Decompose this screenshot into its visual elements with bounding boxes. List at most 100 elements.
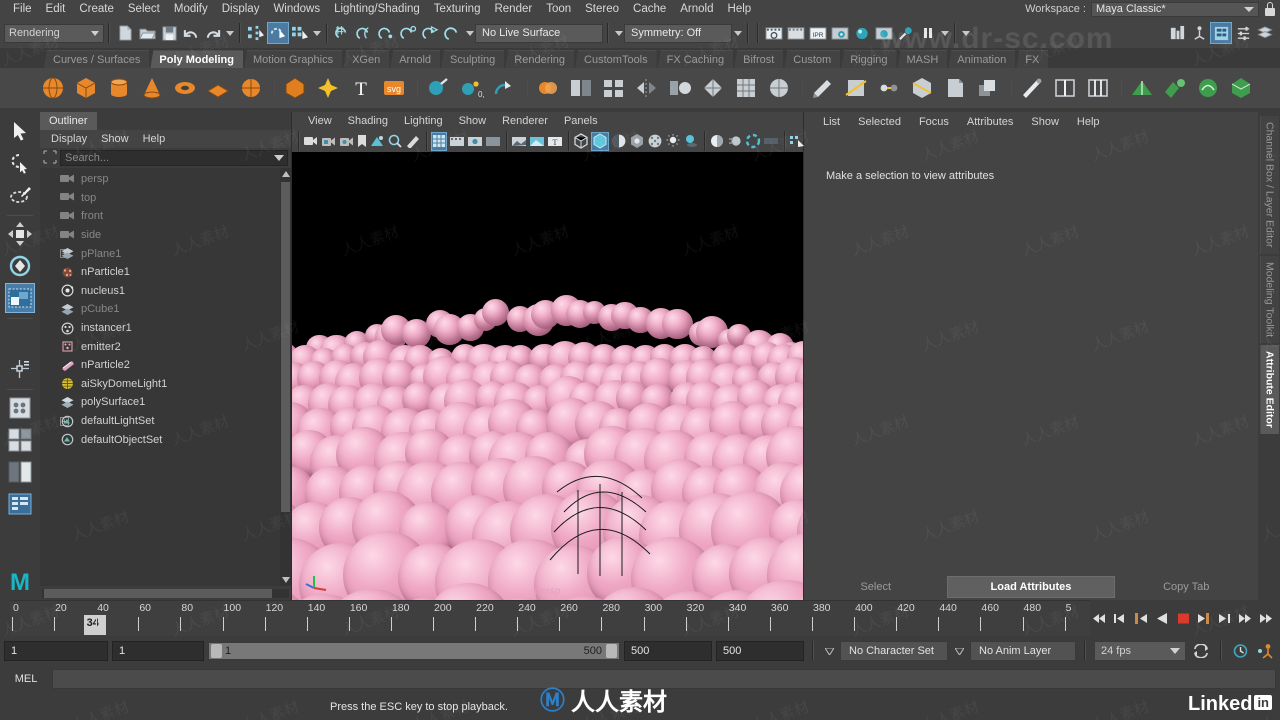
- poly-soft-modification-icon[interactable]: 0,0: [456, 73, 486, 103]
- screen-space-ao-icon[interactable]: [709, 132, 725, 151]
- grease-pencil-icon[interactable]: [405, 132, 421, 151]
- scale-tool-icon[interactable]: [5, 283, 35, 313]
- smooth-shade-all-icon[interactable]: [591, 131, 609, 151]
- modeling-toolkit-icon[interactable]: [1188, 22, 1210, 44]
- outliner-horizontal-scrollbar[interactable]: [40, 586, 291, 600]
- tab-attribute-editor[interactable]: Attribute Editor: [1259, 344, 1279, 434]
- smooth-icon[interactable]: [665, 73, 695, 103]
- connect-icon[interactable]: [907, 73, 937, 103]
- play-backwards-icon[interactable]: [1153, 608, 1172, 628]
- range-min-handle[interactable]: [211, 644, 222, 658]
- search-input[interactable]: Search...: [60, 150, 288, 166]
- booleans-icon[interactable]: [599, 73, 629, 103]
- ae-menu-attributes[interactable]: Attributes: [958, 116, 1022, 128]
- chevron-down-icon[interactable]: [274, 155, 284, 161]
- outliner-item-front[interactable]: front: [40, 207, 291, 226]
- poly-sculpt-icon[interactable]: [423, 73, 453, 103]
- step-back-keyframe-icon[interactable]: [1111, 608, 1130, 628]
- lock-camera-icon[interactable]: [321, 132, 337, 151]
- outliner-item-pplane1[interactable]: + pPlane1: [40, 244, 291, 263]
- playback-end-field[interactable]: 500: [716, 641, 804, 661]
- poly-disc-icon[interactable]: [236, 73, 266, 103]
- shelf-tab-motion-graphics[interactable]: Motion Graphics: [243, 50, 343, 68]
- insert-edge-loop-icon[interactable]: [1050, 73, 1080, 103]
- menu-cache[interactable]: Cache: [626, 0, 673, 18]
- ae-menu-show[interactable]: Show: [1022, 116, 1068, 128]
- outliner-item-polysurface1[interactable]: polySurface1: [40, 393, 291, 412]
- loop-playback-icon[interactable]: [1190, 641, 1212, 661]
- multi-cut-icon[interactable]: [841, 73, 871, 103]
- combine-icon[interactable]: [533, 73, 563, 103]
- lasso-select-tool-icon[interactable]: [5, 148, 35, 178]
- create-polygon-tool-icon[interactable]: [1017, 73, 1047, 103]
- poly-text-icon[interactable]: T: [346, 73, 376, 103]
- scrollbar-thumb[interactable]: [44, 588, 272, 598]
- two-panes-stacked-layout-icon[interactable]: [5, 457, 35, 487]
- poly-svg-icon[interactable]: svg: [379, 73, 409, 103]
- hw-texturing-icon[interactable]: [647, 132, 663, 151]
- extrude-icon[interactable]: [973, 73, 1003, 103]
- file-section-collapse-button[interactable]: [224, 23, 235, 43]
- scrollbar-thumb[interactable]: [281, 182, 290, 512]
- anim-end-field[interactable]: 500: [624, 641, 712, 661]
- scroll-track[interactable]: [42, 588, 289, 598]
- outliner-item-defaultlightset[interactable]: + defaultLightSet: [40, 412, 291, 431]
- render-current-frame-icon[interactable]: [763, 22, 785, 44]
- new-scene-icon[interactable]: [114, 22, 136, 44]
- play-forwards-icon[interactable]: [1194, 608, 1213, 628]
- go-to-start-icon[interactable]: [1090, 608, 1109, 628]
- outliner-item-nucleus1[interactable]: nucleus1: [40, 282, 291, 301]
- uv-editor-icon[interactable]: [1226, 73, 1256, 103]
- gamma-icon[interactable]: [529, 132, 545, 151]
- snap-to-point-icon[interactable]: [376, 22, 398, 44]
- lock-icon[interactable]: [1264, 2, 1276, 16]
- use-all-lights-icon[interactable]: [665, 132, 681, 151]
- mask-section-collapse-button[interactable]: [311, 23, 322, 43]
- paint-reduce-weights-icon[interactable]: [1160, 73, 1190, 103]
- outliner-item-side[interactable]: side: [40, 226, 291, 245]
- shelf-tab-curves-surfaces[interactable]: Curves / Surfaces: [44, 50, 150, 68]
- menu-texturing[interactable]: Texturing: [427, 0, 488, 18]
- step-back-frame-icon[interactable]: [1132, 608, 1151, 628]
- load-attributes-button[interactable]: Load Attributes: [947, 576, 1115, 598]
- motion-blur-icon[interactable]: [727, 132, 743, 151]
- start-frame-field[interactable]: 1: [4, 641, 108, 661]
- live-surface-field[interactable]: No Live Surface: [475, 23, 603, 43]
- outliner-item-aiskydomelight1[interactable]: aiSkyDomeLight1: [40, 375, 291, 394]
- shaded-wireframe-icon[interactable]: [611, 132, 627, 151]
- shelf-tab-rendering[interactable]: Rendering: [505, 50, 575, 68]
- outliner-item-defaultobjectset[interactable]: defaultObjectSet: [40, 430, 291, 449]
- range-slider[interactable]: 1 500: [208, 642, 620, 660]
- 2d-pan-zoom-icon[interactable]: [387, 132, 403, 151]
- ae-menu-selected[interactable]: Selected: [849, 116, 910, 128]
- crease-tool-icon[interactable]: [1127, 73, 1157, 103]
- copy-tab-button[interactable]: Copy Tab: [1115, 576, 1258, 598]
- select-by-object-type-icon[interactable]: [267, 22, 289, 44]
- anim-layer-dropdown-icon[interactable]: [952, 641, 966, 661]
- multisample-aa-icon[interactable]: [745, 132, 761, 151]
- last-tool-used-icon[interactable]: [5, 322, 35, 352]
- poly-sphere-icon[interactable]: [38, 73, 68, 103]
- resolution-gate-icon[interactable]: [467, 132, 483, 151]
- outliner-menu-help[interactable]: Help: [136, 133, 173, 145]
- reduce-icon[interactable]: [698, 73, 728, 103]
- stop-icon[interactable]: [1174, 608, 1193, 628]
- maya-logo-icon[interactable]: M: [5, 564, 35, 598]
- select-by-hierarchy-icon[interactable]: [245, 22, 267, 44]
- target-weld-icon[interactable]: [874, 73, 904, 103]
- xray-icon[interactable]: T: [547, 132, 563, 151]
- command-language-label[interactable]: MEL: [4, 673, 48, 685]
- gate-mask-icon[interactable]: [485, 132, 501, 151]
- scroll-down-arrow-icon[interactable]: [282, 577, 290, 583]
- hypershade-icon[interactable]: [851, 22, 873, 44]
- bevel-icon[interactable]: [940, 73, 970, 103]
- outliner-item-persp[interactable]: persp: [40, 170, 291, 189]
- symmetry-field[interactable]: Symmetry: Off: [624, 23, 732, 43]
- open-scene-icon[interactable]: [136, 22, 158, 44]
- viewport-menu-renderer[interactable]: Renderer: [494, 115, 556, 127]
- menu-render[interactable]: Render: [487, 0, 539, 18]
- viewport-menu-lighting[interactable]: Lighting: [396, 115, 451, 127]
- four-view-layout-icon[interactable]: [5, 425, 35, 455]
- outliner-item-nparticle1[interactable]: nParticle1: [40, 263, 291, 282]
- go-to-end-icon[interactable]: [1257, 608, 1276, 628]
